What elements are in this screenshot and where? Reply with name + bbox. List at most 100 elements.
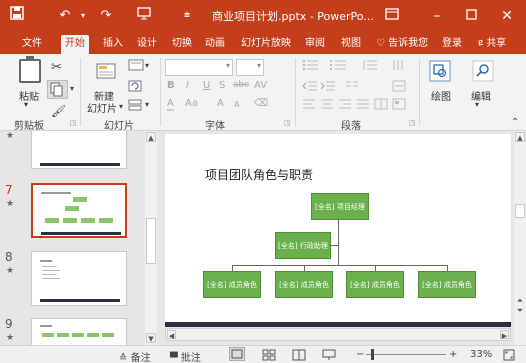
notes-button[interactable]: ≙ 备注 [119, 349, 151, 363]
close-icon[interactable]: ✕ [492, 5, 522, 27]
underline-button[interactable]: U [203, 80, 210, 91]
paste-button-label[interactable]: 粘贴 [19, 88, 39, 103]
zoom-slider-thumb[interactable] [371, 349, 374, 360]
tell-me-search[interactable]: ♡ 告诉我您 [372, 35, 432, 54]
editing-dropdown-icon[interactable]: ▾ [475, 100, 479, 109]
font-size-dropdown-icon[interactable]: ▾ [257, 61, 261, 70]
numbering-icon[interactable] [330, 59, 350, 74]
org-node-member[interactable]: [全名] 成员角色 [203, 271, 261, 298]
editor-scroll-thumb[interactable] [515, 204, 525, 218]
bold-button[interactable]: B [167, 80, 175, 91]
minimize-icon[interactable]: – [422, 5, 452, 27]
tab-design[interactable]: 设计 [133, 35, 161, 54]
font-name-dropdown-icon[interactable]: ▾ [226, 61, 230, 70]
reading-view-button[interactable] [292, 349, 306, 363]
search-icon[interactable] [472, 60, 494, 85]
character-spacing-button[interactable]: AV [254, 80, 267, 91]
tab-transitions[interactable]: 切换 [168, 35, 196, 54]
editing-button-label[interactable]: 编辑 [471, 88, 491, 103]
grow-font-button[interactable]: A [217, 98, 224, 109]
clear-formatting-icon[interactable]: ⌫ [254, 98, 268, 109]
org-node-member[interactable]: [全名] 成员角色 [275, 271, 333, 298]
customize-toolbar-icon[interactable]: ⩧ [176, 6, 198, 26]
org-node-member[interactable]: [全名] 成员角色 [418, 271, 476, 298]
slide-sorter-button[interactable] [262, 349, 276, 363]
scroll-up-icon[interactable]: ▲ [515, 132, 525, 142]
copy-button[interactable] [47, 80, 68, 99]
slide-title[interactable]: 项目团队角色与职责 [205, 166, 313, 183]
previous-slide-icon[interactable]: ⏶ [515, 296, 525, 306]
save-icon[interactable] [6, 6, 28, 26]
drawing-button-label[interactable]: 绘图 [431, 88, 451, 103]
zoom-slider[interactable] [366, 354, 446, 355]
normal-view-button[interactable] [229, 347, 245, 361]
tab-file[interactable]: 文件 [18, 35, 46, 54]
strikethrough-button[interactable]: abc [233, 80, 249, 90]
zoom-in-button[interactable]: + [449, 349, 457, 360]
editor-horizontal-scrollbar[interactable]: ◀ ▶ [165, 328, 511, 341]
bullets-icon[interactable] [302, 59, 322, 74]
scroll-down-icon[interactable]: ▼ [146, 333, 156, 343]
shrink-font-button[interactable]: A [234, 100, 239, 109]
undo-dropdown-icon[interactable]: ▾ [72, 6, 94, 26]
thumbnail-scroll-thumb[interactable] [146, 218, 156, 264]
scroll-left-icon[interactable]: ◀ [167, 330, 176, 340]
layout-icon[interactable] [128, 59, 144, 74]
section-icon[interactable] [128, 99, 142, 114]
tab-review[interactable]: 审阅 [301, 35, 329, 54]
tab-animations[interactable]: 动画 [201, 35, 229, 54]
from-beginning-icon[interactable] [133, 6, 155, 26]
sign-in-link[interactable]: 登录 [438, 35, 466, 54]
font-launcher-icon[interactable]: ◳ [284, 119, 291, 127]
increase-indent-icon[interactable] [320, 80, 336, 95]
columns-icon[interactable] [345, 80, 359, 95]
scroll-up-icon[interactable]: ▲ [146, 132, 156, 142]
ribbon-display-options-icon[interactable] [377, 5, 407, 27]
slide-thumbnail-8[interactable] [31, 251, 127, 306]
layout-dropdown-icon[interactable]: ▾ [145, 61, 149, 70]
align-text-icon[interactable] [392, 80, 406, 95]
maximize-icon[interactable] [456, 5, 486, 27]
font-color-button[interactable]: A [167, 98, 174, 111]
paragraph-launcher-icon[interactable]: ◳ [409, 119, 416, 127]
line-spacing-icon[interactable] [362, 59, 378, 74]
section-dropdown-icon[interactable]: ▾ [145, 100, 149, 109]
copy-dropdown-icon[interactable]: ▾ [70, 84, 74, 93]
new-slide-label-2[interactable]: 幻灯片 [87, 100, 117, 115]
clipboard-launcher-icon[interactable]: ◳ [70, 119, 77, 127]
scroll-right-icon[interactable]: ▶ [500, 330, 509, 340]
format-painter-icon[interactable]: 🖌 [51, 104, 66, 118]
decrease-indent-icon[interactable] [302, 80, 318, 95]
justify-icon[interactable] [356, 98, 370, 113]
slideshow-button[interactable] [322, 349, 336, 363]
redo-icon[interactable]: ↷ [95, 6, 117, 26]
zoom-out-button[interactable]: − [356, 349, 364, 360]
italic-button[interactable]: I [186, 80, 189, 91]
org-node-project-manager[interactable]: [全名] 项目经理 [311, 193, 369, 220]
font-size-field[interactable]: ▾ [236, 59, 264, 76]
fit-slide-icon[interactable] [503, 349, 515, 363]
smartart-convert-icon[interactable] [392, 98, 406, 113]
drawing-icon[interactable] [429, 60, 451, 85]
org-node-member[interactable]: [全名] 成员角色 [346, 271, 404, 298]
align-right-icon[interactable] [338, 98, 352, 113]
comments-button[interactable]: ▀ 批注 [170, 349, 201, 363]
slide-thumbnail-7[interactable] [31, 183, 127, 238]
tab-view[interactable]: 视图 [337, 35, 365, 54]
font-name-field[interactable]: ▾ [165, 59, 233, 76]
share-button[interactable]: ዩ 共享 [474, 35, 510, 54]
scissors-icon[interactable]: ✂ [51, 60, 62, 75]
text-direction-icon[interactable] [392, 59, 406, 74]
new-slide-icon[interactable] [95, 60, 117, 85]
paste-icon[interactable] [19, 56, 41, 83]
distributed-icon[interactable] [374, 98, 388, 113]
org-node-admin-assistant[interactable]: [全名] 行政助理 [275, 232, 331, 259]
tab-insert[interactable]: 插入 [99, 35, 127, 54]
next-slide-icon[interactable]: ⏷ [515, 306, 525, 316]
zoom-level[interactable]: 33% [470, 349, 492, 360]
slide-thumbnail-9[interactable] [31, 318, 127, 345]
tab-slideshow[interactable]: 幻灯片放映 [237, 35, 295, 54]
paste-dropdown-icon[interactable]: ▾ [24, 100, 28, 109]
reset-icon[interactable] [128, 80, 142, 95]
collapse-ribbon-icon[interactable]: ⌃ [511, 117, 519, 128]
